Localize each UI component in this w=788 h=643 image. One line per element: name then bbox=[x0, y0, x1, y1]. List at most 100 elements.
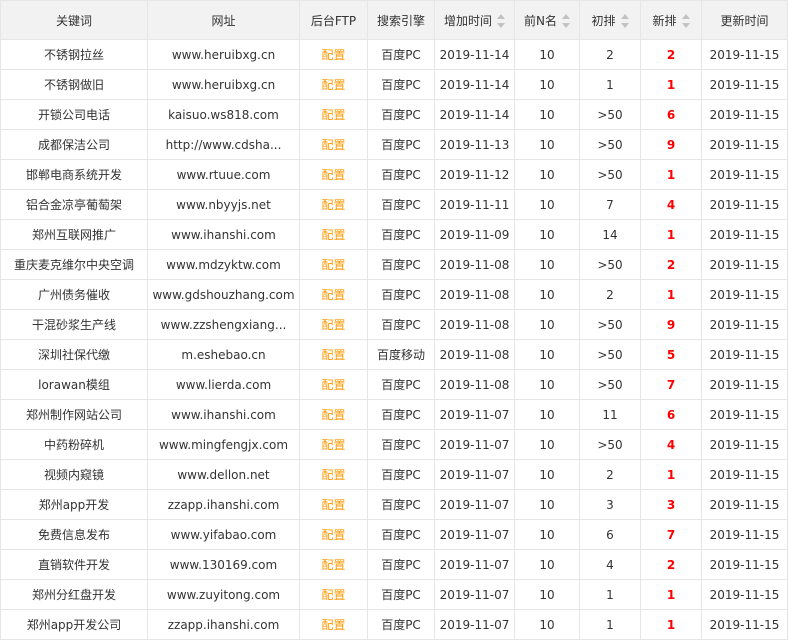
sort-icon[interactable] bbox=[497, 14, 505, 28]
config-link[interactable]: 配置 bbox=[321, 78, 345, 92]
config-link[interactable]: 配置 bbox=[321, 378, 345, 392]
cell-url: www.zuyitong.com bbox=[147, 579, 300, 610]
config-link[interactable]: 配置 bbox=[321, 318, 345, 332]
config-link[interactable]: 配置 bbox=[321, 228, 345, 242]
table-row: 直销软件开发 www.130169.com 配置 百度PC 2019-11-07… bbox=[0, 549, 788, 580]
cell-initial-rank: 7 bbox=[579, 189, 641, 220]
cell-engine: 百度PC bbox=[367, 69, 435, 100]
cell-top-n: 10 bbox=[514, 39, 580, 70]
config-link[interactable]: 配置 bbox=[321, 288, 345, 302]
cell-url: www.mdzyktw.com bbox=[147, 249, 300, 280]
cell-initial-rank: 2 bbox=[579, 459, 641, 490]
cell-initial-rank: 1 bbox=[579, 579, 641, 610]
sort-icon[interactable] bbox=[681, 14, 690, 28]
sort-desc-icon[interactable] bbox=[561, 23, 570, 28]
config-link[interactable]: 配置 bbox=[321, 138, 345, 152]
config-link[interactable]: 配置 bbox=[321, 258, 345, 272]
sort-desc-icon[interactable] bbox=[681, 23, 690, 28]
cell-keyword: 郑州制作网站公司 bbox=[0, 399, 148, 430]
cell-top-n: 10 bbox=[514, 219, 580, 250]
sort-asc-icon[interactable] bbox=[561, 14, 570, 19]
config-link[interactable]: 配置 bbox=[321, 438, 345, 452]
config-link[interactable]: 配置 bbox=[321, 408, 345, 422]
cell-top-n: 10 bbox=[514, 609, 580, 640]
cell-top-n: 10 bbox=[514, 159, 580, 190]
cell-keyword: 重庆麦克维尔中央空调 bbox=[0, 249, 148, 280]
cell-initial-rank: >50 bbox=[579, 129, 641, 160]
config-link[interactable]: 配置 bbox=[321, 588, 345, 602]
cell-url: http://www.cdsha... bbox=[147, 129, 300, 160]
cell-updated-time: 2019-11-15 bbox=[701, 459, 788, 490]
cell-url: www.heruibxg.cn bbox=[147, 39, 300, 70]
cell-engine: 百度PC bbox=[367, 159, 435, 190]
config-link[interactable]: 配置 bbox=[321, 348, 345, 362]
cell-added-time: 2019-11-09 bbox=[434, 219, 515, 250]
cell-top-n: 10 bbox=[514, 249, 580, 280]
header-ftp: 后台FTP bbox=[299, 0, 368, 40]
sort-asc-icon[interactable] bbox=[620, 14, 629, 19]
sort-asc-icon[interactable] bbox=[681, 14, 690, 19]
cell-ftp: 配置 bbox=[299, 159, 368, 190]
cell-updated-time: 2019-11-15 bbox=[701, 249, 788, 280]
new-rank-value: 1 bbox=[666, 467, 676, 482]
cell-engine: 百度PC bbox=[367, 219, 435, 250]
cell-top-n: 10 bbox=[514, 99, 580, 130]
cell-url: www.ihanshi.com bbox=[147, 219, 300, 250]
header-top-n[interactable]: 前N名 bbox=[514, 0, 580, 40]
sort-icon[interactable] bbox=[561, 14, 570, 28]
cell-keyword: 中药粉碎机 bbox=[0, 429, 148, 460]
config-link[interactable]: 配置 bbox=[321, 528, 345, 542]
cell-ftp: 配置 bbox=[299, 249, 368, 280]
cell-top-n: 10 bbox=[514, 399, 580, 430]
cell-top-n: 10 bbox=[514, 369, 580, 400]
header-new-rank[interactable]: 新排 bbox=[640, 0, 702, 40]
cell-initial-rank: 3 bbox=[579, 489, 641, 520]
cell-updated-time: 2019-11-15 bbox=[701, 339, 788, 370]
header-url: 网址 bbox=[147, 0, 300, 40]
new-rank-value: 9 bbox=[666, 137, 676, 152]
new-rank-value: 4 bbox=[666, 197, 676, 212]
config-link[interactable]: 配置 bbox=[321, 468, 345, 482]
table-row: 郑州分红盘开发 www.zuyitong.com 配置 百度PC 2019-11… bbox=[0, 579, 788, 610]
config-link[interactable]: 配置 bbox=[321, 618, 345, 632]
table-row: 视频内窥镜 www.dellon.net 配置 百度PC 2019-11-07 … bbox=[0, 459, 788, 490]
cell-new-rank: 9 bbox=[640, 309, 702, 340]
cell-ftp: 配置 bbox=[299, 189, 368, 220]
config-link[interactable]: 配置 bbox=[321, 558, 345, 572]
config-link[interactable]: 配置 bbox=[321, 198, 345, 212]
table-row: 免费信息发布 www.yifabao.com 配置 百度PC 2019-11-0… bbox=[0, 519, 788, 550]
cell-updated-time: 2019-11-15 bbox=[701, 189, 788, 220]
header-added-time[interactable]: 增加时间 bbox=[434, 0, 515, 40]
sort-desc-icon[interactable] bbox=[497, 23, 505, 28]
cell-new-rank: 1 bbox=[640, 219, 702, 250]
cell-new-rank: 4 bbox=[640, 189, 702, 220]
cell-added-time: 2019-11-07 bbox=[434, 609, 515, 640]
new-rank-value: 9 bbox=[666, 317, 676, 332]
config-link[interactable]: 配置 bbox=[321, 168, 345, 182]
cell-added-time: 2019-11-08 bbox=[434, 309, 515, 340]
cell-ftp: 配置 bbox=[299, 39, 368, 70]
cell-new-rank: 2 bbox=[640, 249, 702, 280]
cell-updated-time: 2019-11-15 bbox=[701, 369, 788, 400]
header-keyword: 关键词 bbox=[0, 0, 148, 40]
cell-ftp: 配置 bbox=[299, 129, 368, 160]
cell-engine: 百度PC bbox=[367, 579, 435, 610]
sort-asc-icon[interactable] bbox=[497, 14, 505, 19]
cell-url: zzapp.ihanshi.com bbox=[147, 609, 300, 640]
sort-icon[interactable] bbox=[620, 14, 629, 28]
cell-url: www.nbyyjs.net bbox=[147, 189, 300, 220]
config-link[interactable]: 配置 bbox=[321, 498, 345, 512]
cell-engine: 百度PC bbox=[367, 519, 435, 550]
sort-desc-icon[interactable] bbox=[620, 23, 629, 28]
cell-added-time: 2019-11-08 bbox=[434, 279, 515, 310]
cell-ftp: 配置 bbox=[299, 609, 368, 640]
cell-new-rank: 7 bbox=[640, 519, 702, 550]
cell-ftp: 配置 bbox=[299, 489, 368, 520]
cell-keyword: 铝合金凉亭葡萄架 bbox=[0, 189, 148, 220]
cell-initial-rank: >50 bbox=[579, 429, 641, 460]
config-link[interactable]: 配置 bbox=[321, 48, 345, 62]
header-initial-rank[interactable]: 初排 bbox=[579, 0, 641, 40]
config-link[interactable]: 配置 bbox=[321, 108, 345, 122]
cell-top-n: 10 bbox=[514, 189, 580, 220]
cell-keyword: 干混砂浆生产线 bbox=[0, 309, 148, 340]
